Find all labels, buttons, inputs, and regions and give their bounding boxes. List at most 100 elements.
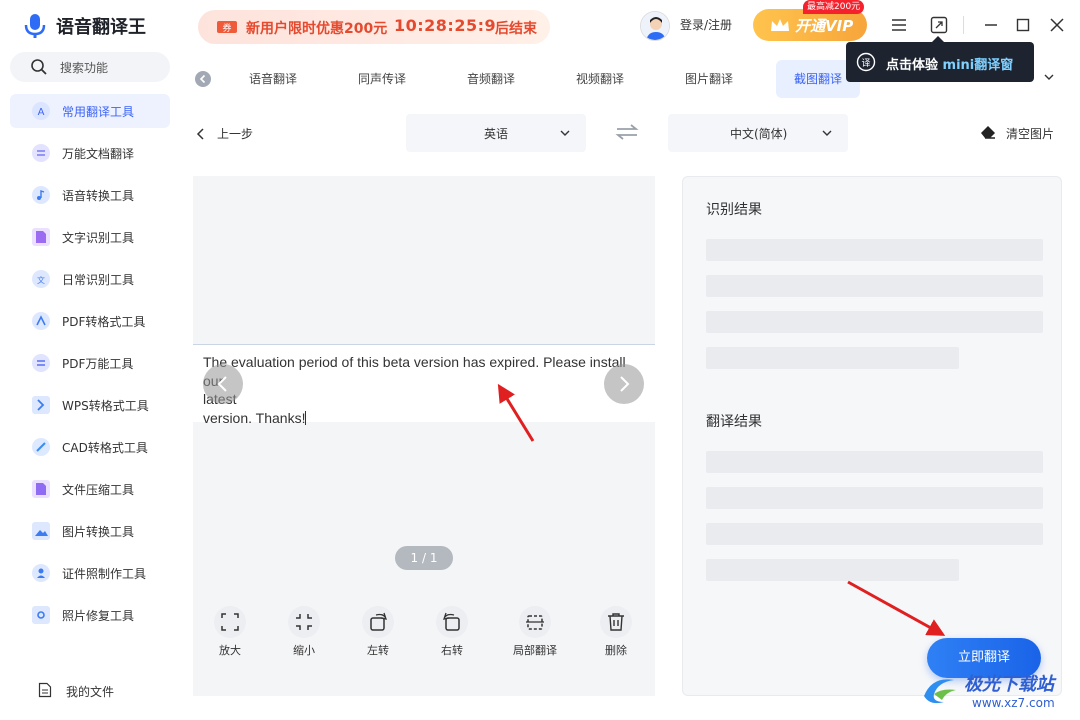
zoom-in-icon — [214, 606, 246, 638]
sidebar-item-text-recognition[interactable]: 文字识别工具 — [10, 220, 170, 254]
lang-detect-icon: 文 — [32, 270, 50, 288]
maximize-icon[interactable] — [1012, 14, 1034, 36]
swap-language-icon[interactable] — [614, 122, 640, 142]
delete-button[interactable]: 删除 — [584, 606, 648, 662]
mini-window-tooltip[interactable]: 译 点击体验 mini翻译窗 — [846, 36, 1034, 82]
tab-video-translate[interactable]: 视频翻译 — [558, 60, 642, 98]
music-note-icon — [32, 186, 50, 204]
source-language-value: 英语 — [484, 127, 509, 141]
swirl-logo-icon — [924, 679, 956, 704]
screenshot-text-line: version. Thanks! — [203, 409, 306, 426]
sidebar-item-daily-recognition[interactable]: 文 日常识别工具 — [10, 262, 170, 296]
sidebar-item-document-translate[interactable]: 万能文档翻译 — [10, 136, 170, 170]
text-cursor — [305, 410, 307, 425]
tab-voice-translate[interactable]: 语音翻译 — [231, 60, 315, 98]
vip-label: 开通VIP — [795, 17, 854, 35]
zoom-out-icon — [288, 606, 320, 638]
sidebar-item-image-convert[interactable]: 图片转换工具 — [10, 514, 170, 548]
sidebar-item-file-compress[interactable]: 文件压缩工具 — [10, 472, 170, 506]
rotate-left-button[interactable]: 左转 — [346, 606, 410, 662]
zoom-in-button[interactable]: 放大 — [198, 606, 262, 662]
chevron-down-icon — [822, 130, 832, 136]
document-icon — [32, 144, 50, 162]
mini-tooltip-prefix: 点击体验 — [886, 58, 939, 73]
sidebar-item-voice-convert[interactable]: 语音转换工具 — [10, 178, 170, 212]
menu-icon[interactable] — [888, 14, 910, 36]
chevron-left-icon — [217, 376, 227, 392]
user-avatar-icon — [641, 12, 669, 40]
coupon-icon: 券 — [217, 21, 237, 34]
source-language-select[interactable]: 英语 — [406, 114, 586, 152]
screenshot-text: The evaluation period of this beta versi… — [203, 353, 649, 427]
target-language-select[interactable]: 中文(简体) — [668, 114, 848, 152]
translate-circle-icon: 译 — [856, 52, 876, 72]
tool-label: 放大 — [219, 644, 241, 657]
rotate-right-button[interactable]: 右转 — [420, 606, 484, 662]
skeleton-line — [706, 559, 959, 581]
sidebar-item-label: PDF万能工具 — [62, 357, 134, 371]
search-placeholder: 搜索功能 — [60, 61, 109, 75]
vip-discount-badge: 最高减200元 — [803, 0, 865, 14]
sidebar-item-cad-convert[interactable]: CAD转格式工具 — [10, 430, 170, 464]
page-indicator: 1 / 1 — [395, 546, 453, 570]
skeleton-line — [706, 239, 1043, 261]
sidebar-item-label: WPS转格式工具 — [62, 399, 149, 413]
sidebar-item-common-translate[interactable]: A 常用翻译工具 — [10, 94, 170, 128]
skeleton-line — [706, 347, 959, 369]
sidebar-item-id-photo[interactable]: 证件照制作工具 — [10, 556, 170, 590]
crown-icon — [771, 19, 789, 31]
clear-image-button[interactable]: 清空图片 — [978, 123, 1060, 143]
partial-translate-button[interactable]: 局部翻译 — [503, 606, 567, 662]
sidebar-item-label: 证件照制作工具 — [62, 567, 147, 581]
chevron-down-icon[interactable] — [1042, 70, 1056, 84]
file-icon — [38, 682, 52, 698]
sidebar-item-photo-repair[interactable]: 照片修复工具 — [10, 598, 170, 632]
translate-result-title: 翻译结果 — [706, 414, 762, 430]
translate-icon: A — [32, 102, 50, 120]
minimize-icon[interactable] — [980, 14, 1002, 36]
sidebar-item-label: 图片转换工具 — [62, 525, 135, 539]
chevron-left-icon[interactable] — [195, 71, 211, 87]
zoom-out-button[interactable]: 缩小 — [272, 606, 336, 662]
tab-simultaneous[interactable]: 同声传译 — [340, 60, 424, 98]
tab-image-translate[interactable]: 图片翻译 — [667, 60, 751, 98]
search-input[interactable]: 搜索功能 — [10, 52, 170, 82]
crop-icon — [519, 606, 551, 638]
sidebar-item-wps-convert[interactable]: WPS转格式工具 — [10, 388, 170, 422]
my-files-link[interactable]: 我的文件 — [38, 680, 168, 702]
microphone-logo-icon — [24, 14, 46, 38]
sidebar-item-label: PDF转格式工具 — [62, 315, 146, 329]
sidebar-item-label: 文件压缩工具 — [62, 483, 135, 497]
svg-text:文: 文 — [37, 275, 45, 285]
promo-banner[interactable]: 券 新用户限时优惠200元 10:28:25:9 后结束 — [198, 10, 550, 44]
screenshot-text-line: The evaluation period of this beta versi… — [203, 354, 626, 389]
sidebar-item-label: 文字识别工具 — [62, 231, 135, 245]
app-name: 语音翻译王 — [56, 17, 146, 38]
photo-repair-icon — [32, 606, 50, 624]
watermark-title: 极光下载站 — [964, 674, 1054, 695]
sidebar-item-label: 日常识别工具 — [62, 273, 135, 287]
close-icon[interactable] — [1046, 14, 1068, 36]
tab-audio-translate[interactable]: 音频翻译 — [449, 60, 533, 98]
recognize-result-title: 识别结果 — [706, 202, 762, 218]
mini-window-icon[interactable] — [928, 14, 950, 36]
next-image-button[interactable] — [604, 364, 644, 404]
login-link[interactable]: 登录/注册 — [680, 16, 732, 33]
chevron-right-icon — [620, 376, 630, 392]
promo-text: 新用户限时优惠200元 — [246, 21, 388, 37]
mini-tooltip-text: 点击体验 mini翻译窗 — [886, 54, 1013, 73]
pdf-convert-icon — [32, 312, 50, 330]
prev-image-button[interactable] — [203, 364, 243, 404]
sidebar-item-pdf-tools[interactable]: PDF万能工具 — [10, 346, 170, 380]
skeleton-line — [706, 487, 1043, 509]
screenshot-image: The evaluation period of this beta versi… — [193, 344, 655, 426]
pdf-tool-icon — [32, 354, 50, 372]
sidebar-item-pdf-convert[interactable]: PDF转格式工具 — [10, 304, 170, 338]
tool-label: 右转 — [441, 644, 463, 657]
sidebar-item-label: 语音转换工具 — [62, 189, 135, 203]
sidebar-item-label: 照片修复工具 — [62, 609, 135, 623]
avatar[interactable] — [640, 11, 670, 41]
back-button[interactable]: 上一步 — [195, 124, 265, 144]
sidebar-item-label: 常用翻译工具 — [62, 105, 135, 119]
trash-icon — [600, 606, 632, 638]
